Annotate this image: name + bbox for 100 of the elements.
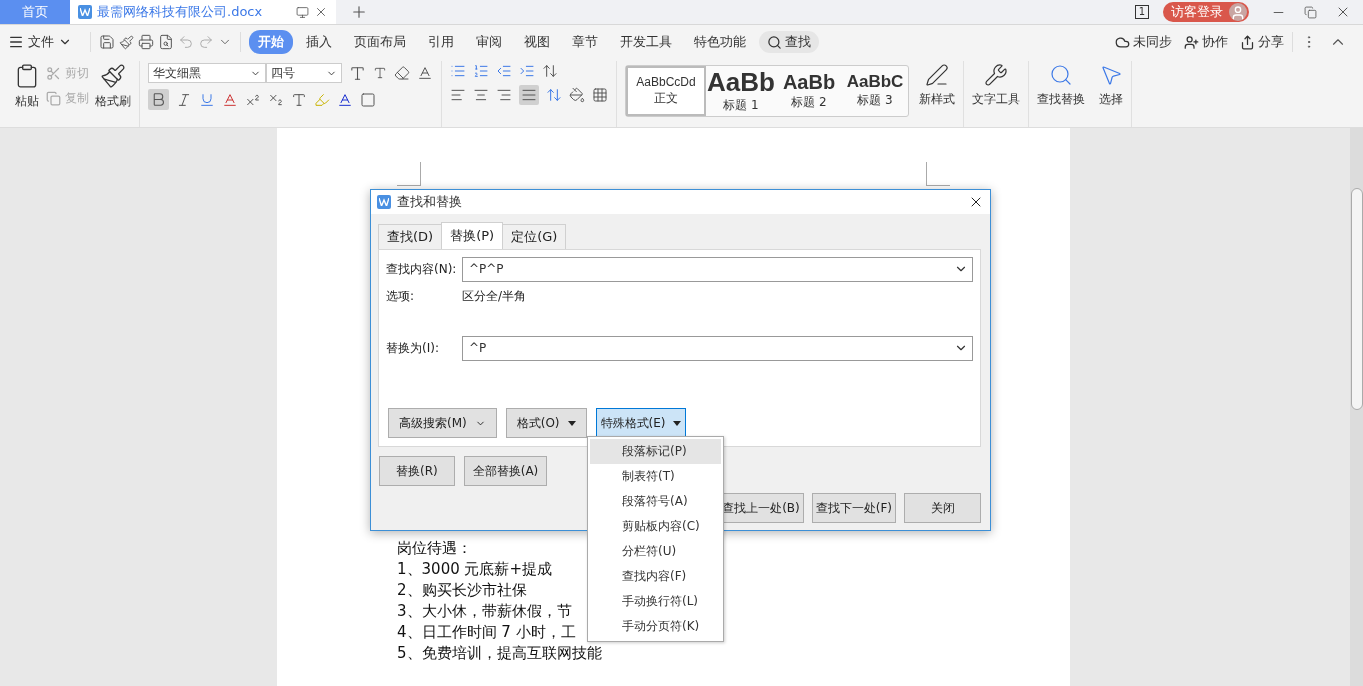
style-label: 标题 1 bbox=[723, 96, 759, 114]
toolbar-action[interactable]: 分享 bbox=[1240, 33, 1284, 51]
borders-icon[interactable] bbox=[592, 87, 608, 103]
new-style-button[interactable]: 新样式 bbox=[919, 63, 955, 108]
menu-item[interactable]: 段落标记(P) bbox=[590, 439, 721, 464]
restore-icon[interactable] bbox=[1304, 5, 1317, 19]
dropdown-button[interactable]: 特殊格式(E) bbox=[595, 408, 687, 438]
dropdown-button[interactable]: 高级搜索(M) bbox=[388, 408, 497, 438]
avatar-icon bbox=[1229, 3, 1247, 21]
numbered-list-icon[interactable] bbox=[473, 63, 489, 79]
line-spacing-icon[interactable] bbox=[546, 87, 562, 103]
ribbon-tab[interactable]: 视图 bbox=[515, 30, 559, 54]
ribbon-tab[interactable]: 特色功能 bbox=[685, 30, 755, 54]
corner-mark bbox=[397, 162, 421, 186]
dropdown-button[interactable]: 格式(O) bbox=[505, 408, 587, 438]
find-replace-button[interactable]: 查找替换 bbox=[1037, 63, 1085, 108]
font-color-icon[interactable] bbox=[337, 91, 353, 108]
style-preview: AaBbC bbox=[846, 73, 904, 90]
ribbon-tab[interactable]: 引用 bbox=[419, 30, 463, 54]
save-icon[interactable] bbox=[99, 34, 115, 50]
dialog-tab[interactable]: 替换(P) bbox=[441, 222, 504, 249]
options-label: 选项: bbox=[386, 287, 416, 305]
ribbon-tab[interactable]: 页面布局 bbox=[345, 30, 415, 54]
font-name-select[interactable]: 华文细黑 bbox=[148, 63, 266, 83]
replace-button[interactable]: 替换(R) bbox=[379, 456, 455, 486]
format-painter-button[interactable]: 格式刷 bbox=[95, 63, 131, 110]
style-option[interactable]: AaBb 标题 1 bbox=[706, 66, 776, 116]
login-button[interactable]: 访客登录 bbox=[1163, 2, 1249, 22]
scrollbar-thumb[interactable] bbox=[1351, 188, 1363, 410]
select-button[interactable]: 选择 bbox=[1099, 63, 1123, 108]
caret-icon bbox=[567, 420, 576, 426]
replace-button[interactable]: 全部替换(A) bbox=[463, 456, 548, 486]
underline-icon[interactable] bbox=[199, 91, 215, 108]
scrollbar[interactable] bbox=[1350, 128, 1363, 686]
document-line: 3、大小休，带薪休假，节 bbox=[397, 601, 572, 622]
ribbon-tab[interactable]: 章节 bbox=[563, 30, 607, 54]
find-label: 查找内容(N): bbox=[386, 260, 458, 278]
style-option[interactable]: AaBbC 标题 3 bbox=[842, 66, 908, 116]
align-center-icon[interactable] bbox=[473, 87, 489, 103]
toolbar-action[interactable]: 协作 bbox=[1184, 33, 1228, 51]
document-line: 岗位待遇： bbox=[397, 538, 472, 559]
print-icon[interactable] bbox=[138, 34, 154, 50]
style-label: 标题 3 bbox=[857, 92, 893, 109]
ribbon-tab[interactable]: 开发工具 bbox=[611, 30, 681, 54]
shading-icon[interactable] bbox=[569, 87, 585, 103]
monitor-icon[interactable] bbox=[296, 5, 309, 19]
style-label: 标题 2 bbox=[791, 93, 827, 111]
style-label: 正文 bbox=[654, 89, 678, 107]
file-menu[interactable]: 文件 bbox=[8, 33, 72, 51]
sort-icon[interactable] bbox=[542, 63, 558, 79]
ribbon-tab[interactable]: 插入 bbox=[297, 30, 341, 54]
style-option[interactable]: AaBbCcDd 正文 bbox=[626, 66, 706, 116]
user-plus-icon bbox=[1184, 34, 1199, 50]
align-right-icon[interactable] bbox=[496, 87, 512, 103]
style-preview: AaBb bbox=[782, 71, 836, 92]
menu-item[interactable]: 制表符(T) bbox=[590, 464, 721, 489]
bold-icon[interactable] bbox=[148, 89, 169, 110]
dialog-tab[interactable]: 定位(G) bbox=[502, 224, 567, 249]
character-border-icon[interactable] bbox=[360, 91, 376, 108]
toolbar-action[interactable]: 未同步 bbox=[1115, 33, 1172, 51]
dialog-title: 查找和替换 bbox=[397, 193, 463, 211]
pen-icon bbox=[925, 63, 949, 87]
cursor-icon bbox=[1099, 63, 1123, 87]
replace-label: 替换为(I): bbox=[386, 339, 440, 357]
document-line: 1、3000 元底薪+提成 bbox=[397, 559, 553, 580]
justify-icon[interactable] bbox=[519, 85, 539, 105]
dialog-tab[interactable]: 查找(D) bbox=[378, 224, 443, 249]
italic-icon[interactable] bbox=[176, 91, 192, 108]
menu-item[interactable]: 手动分页符(K) bbox=[590, 614, 721, 639]
page-indicator[interactable]: 1 bbox=[1134, 5, 1149, 19]
strikethrough-icon[interactable] bbox=[222, 91, 238, 108]
bullet-list-icon[interactable] bbox=[450, 63, 466, 79]
style-option[interactable]: AaBb 标题 2 bbox=[776, 66, 842, 116]
ribbon-tab[interactable]: 审阅 bbox=[467, 30, 511, 54]
align-left-icon[interactable] bbox=[450, 87, 466, 103]
menu-item[interactable]: 查找内容(F) bbox=[590, 564, 721, 589]
menu-item[interactable]: 分栏符(U) bbox=[590, 539, 721, 564]
nav-button[interactable]: 关闭 bbox=[904, 493, 981, 523]
paste-button[interactable]: 粘贴 bbox=[14, 63, 40, 110]
search-icon bbox=[1049, 63, 1073, 87]
font-size-select[interactable]: 四号 bbox=[266, 63, 342, 83]
style-preview: AaBbCcDd bbox=[636, 75, 696, 88]
nav-button[interactable]: 查找下一处(F) bbox=[811, 493, 896, 523]
decrease-indent-icon[interactable] bbox=[496, 63, 512, 79]
paint-icon[interactable] bbox=[119, 34, 134, 50]
menu-item[interactable]: 剪贴板内容(C) bbox=[590, 514, 721, 539]
menu-item[interactable]: 手动换行符(L) bbox=[590, 589, 721, 614]
search-icon bbox=[767, 34, 782, 50]
find-field[interactable]: ^P^P bbox=[462, 256, 973, 282]
increase-indent-icon[interactable] bbox=[519, 63, 535, 79]
document-tab[interactable]: 最需网络科技有限公司.docx bbox=[70, 0, 336, 24]
search-button[interactable]: 查找 bbox=[759, 31, 819, 53]
menu-item[interactable]: 段落符号(A) bbox=[590, 489, 721, 514]
style-preview: AaBb bbox=[707, 68, 775, 95]
document-line: 2、购买长沙市社保 bbox=[397, 580, 527, 601]
eraser-icon[interactable] bbox=[394, 65, 410, 81]
replace-field[interactable]: ^P bbox=[462, 335, 973, 361]
print-preview-icon[interactable] bbox=[158, 34, 174, 50]
text-tools-button[interactable]: 文字工具 bbox=[972, 63, 1020, 108]
menu-icon bbox=[8, 34, 24, 50]
